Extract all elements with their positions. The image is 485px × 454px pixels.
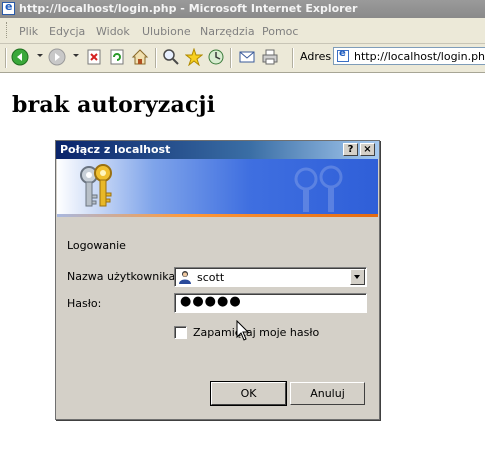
forward-dropdown-icon[interactable] (73, 54, 79, 57)
favorites-icon[interactable] (185, 48, 203, 66)
help-button[interactable]: ? (343, 143, 358, 156)
login-dialog: Połącz z localhost ? × Logowanie Nazwa u… (55, 140, 380, 420)
menu-plik[interactable]: Plik (19, 25, 38, 38)
username-value[interactable]: scott (197, 271, 224, 284)
password-value[interactable]: ●●●●● (180, 294, 242, 309)
mouse-cursor-icon (236, 320, 250, 341)
keys-icon (80, 164, 112, 207)
stop-icon[interactable] (85, 48, 103, 66)
refresh-icon[interactable] (108, 48, 126, 66)
banner-stripe (57, 214, 378, 217)
dialog-titlebar[interactable]: Połącz z localhost ? × (56, 141, 379, 159)
user-icon (179, 271, 191, 284)
window-title: http://localhost/login.php - Microsoft I… (19, 2, 358, 15)
home-icon[interactable] (131, 48, 149, 66)
history-icon[interactable] (207, 48, 225, 66)
username-label: Nazwa użytkownika: (67, 270, 179, 283)
cancel-button[interactable]: Anuluj (290, 382, 365, 405)
remember-password-checkbox[interactable] (174, 326, 187, 339)
menu-bar: Plik Edycja Widok Ulubione Narzędzia Pom… (0, 18, 485, 44)
dialog-title: Połącz z localhost (60, 143, 171, 156)
back-dropdown-icon[interactable] (37, 54, 43, 57)
search-icon[interactable] (162, 48, 180, 66)
section-label: Logowanie (67, 239, 126, 252)
password-label: Hasło: (67, 297, 102, 310)
address-url[interactable]: http://localhost/login.php (354, 50, 485, 63)
menu-ulubione[interactable]: Ulubione (142, 25, 191, 38)
print-icon[interactable] (261, 48, 279, 66)
menu-edycja[interactable]: Edycja (49, 25, 85, 38)
toolbar-separator (292, 48, 294, 68)
menu-narzedzia[interactable]: Narzędzia (200, 25, 255, 38)
page-icon (337, 48, 349, 62)
menu-widok[interactable]: Widok (96, 25, 130, 38)
address-bar[interactable]: http://localhost/login.php (333, 47, 485, 65)
toolbar-separator (230, 48, 232, 68)
chevron-down-icon[interactable] (350, 269, 365, 285)
ie-icon (2, 0, 15, 15)
menubar-grip (6, 22, 10, 38)
close-button[interactable]: × (360, 143, 375, 156)
menu-pomoc[interactable]: Pomoc (262, 25, 298, 38)
remember-password-label[interactable]: Zapamiętaj moje hasło (193, 326, 319, 339)
password-field[interactable]: ●●●●● (174, 293, 367, 313)
toolbar-separator (155, 48, 157, 68)
back-icon[interactable] (11, 48, 29, 66)
forward-icon[interactable] (48, 48, 66, 66)
window-titlebar: http://localhost/login.php - Microsoft I… (0, 0, 485, 18)
page-heading: brak autoryzacji (12, 92, 216, 118)
mail-icon[interactable] (238, 48, 256, 66)
address-label: Adres (300, 50, 332, 63)
dialog-banner (57, 159, 378, 217)
toolbar-grip (5, 48, 7, 68)
ok-button[interactable]: OK (210, 381, 287, 406)
banner-watermark-icon (294, 165, 343, 212)
username-combobox[interactable]: scott (174, 267, 367, 287)
